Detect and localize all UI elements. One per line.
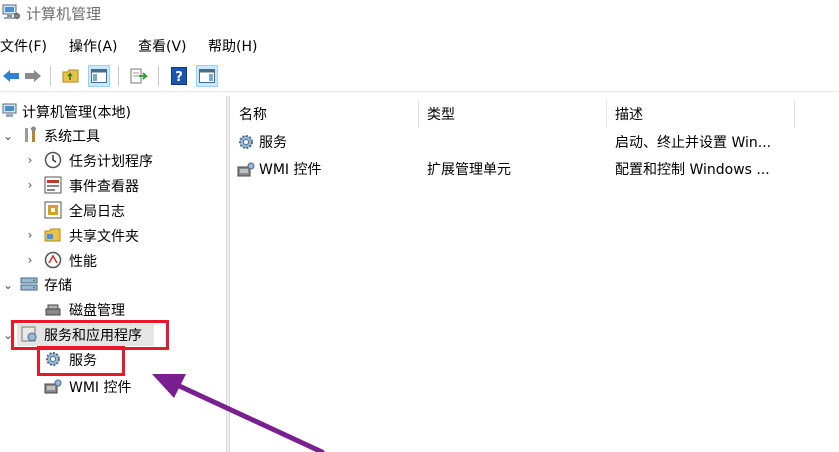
row-type: 扩展管理单元 bbox=[427, 162, 511, 178]
up-folder-icon bbox=[62, 69, 79, 83]
tree-label-disk-management: 磁盘管理 bbox=[69, 303, 125, 319]
computer-management-icon bbox=[2, 103, 17, 117]
event-viewer-icon bbox=[44, 176, 62, 194]
result-list: 名称 类型 描述 服务 启动、终止并设置 Win... WMI 控件 扩展管理单… bbox=[231, 96, 839, 452]
row-name: WMI 控件 bbox=[259, 162, 322, 178]
computer-management-icon bbox=[2, 4, 20, 19]
tree-label-global-log: 全局日志 bbox=[69, 204, 125, 220]
tree-label-shared-folders: 共享文件夹 bbox=[69, 229, 139, 245]
pane-splitter[interactable] bbox=[226, 96, 230, 452]
tree-label-event-viewer: 事件查看器 bbox=[69, 179, 139, 195]
back-button[interactable] bbox=[0, 65, 22, 87]
tree-label-system-tools: 系统工具 bbox=[44, 129, 100, 145]
tree-label-task-scheduler: 任务计划程序 bbox=[69, 154, 153, 170]
log-icon bbox=[44, 201, 62, 219]
column-header-type[interactable]: 类型 bbox=[419, 96, 607, 128]
column-header-description[interactable]: 描述 bbox=[607, 96, 797, 128]
chevron-right-icon[interactable]: › bbox=[24, 253, 36, 267]
chevron-right-icon[interactable]: › bbox=[24, 228, 36, 242]
menu-view[interactable]: 查看(V) bbox=[138, 36, 187, 56]
help-icon: ? bbox=[171, 67, 187, 85]
clock-icon bbox=[44, 151, 62, 169]
chevron-down-icon[interactable]: ⌄ bbox=[2, 129, 14, 143]
list-row[interactable]: 服务 启动、终止并设置 Win... bbox=[231, 129, 839, 155]
tree-label-storage: 存储 bbox=[44, 278, 72, 294]
help-button[interactable]: ? bbox=[168, 65, 190, 87]
title-bar: 计算机管理 bbox=[0, 0, 839, 28]
storage-icon bbox=[20, 277, 38, 291]
row-description: 启动、终止并设置 Win... bbox=[615, 135, 772, 151]
gear-icon bbox=[239, 135, 253, 149]
forward-button[interactable] bbox=[22, 65, 44, 87]
chevron-down-icon[interactable]: ⌄ bbox=[2, 278, 14, 292]
tree-label-root: 计算机管理(本地) bbox=[22, 105, 131, 121]
svg-text:?: ? bbox=[175, 70, 183, 85]
console-tree: 计算机管理(本地) ⌄ 系统工具 › 任务计划程序 › 事件查看器 全局日志 ›… bbox=[0, 96, 226, 452]
menu-action[interactable]: 操作(A) bbox=[69, 36, 118, 56]
tools-icon bbox=[25, 126, 36, 142]
row-name: 服务 bbox=[259, 135, 287, 151]
menu-bar: 文件(F) 操作(A) 查看(V) 帮助(H) bbox=[0, 34, 839, 58]
disk-icon bbox=[45, 304, 61, 316]
show-hide-action-pane-button[interactable] bbox=[196, 65, 218, 87]
back-icon bbox=[3, 70, 19, 82]
toolbar: ? bbox=[0, 62, 839, 90]
shared-folder-icon bbox=[44, 228, 61, 242]
forward-icon bbox=[25, 70, 41, 82]
menu-help[interactable]: 帮助(H) bbox=[208, 36, 257, 56]
show-hide-tree-button[interactable] bbox=[88, 65, 110, 87]
chevron-right-icon[interactable]: › bbox=[24, 153, 36, 167]
wmi-icon bbox=[44, 379, 62, 394]
export-list-button[interactable] bbox=[128, 65, 150, 87]
list-row[interactable]: WMI 控件 扩展管理单元 配置和控制 Windows ... bbox=[231, 156, 839, 182]
show-hide-action-pane-icon bbox=[199, 69, 215, 83]
tree-label-performance: 性能 bbox=[69, 254, 97, 270]
column-header-name[interactable]: 名称 bbox=[231, 96, 421, 128]
up-folder-button[interactable] bbox=[60, 65, 82, 87]
show-hide-tree-icon bbox=[91, 69, 107, 83]
chevron-right-icon[interactable]: › bbox=[24, 178, 36, 192]
row-description: 配置和控制 Windows ... bbox=[615, 162, 770, 178]
export-list-icon bbox=[130, 68, 148, 84]
highlight-box-services bbox=[37, 346, 125, 376]
tree-label-wmi-control: WMI 控件 bbox=[69, 380, 132, 396]
window-title: 计算机管理 bbox=[26, 5, 102, 23]
performance-icon bbox=[44, 251, 62, 269]
wmi-icon bbox=[237, 162, 255, 177]
menu-file[interactable]: 文件(F) bbox=[0, 36, 47, 56]
